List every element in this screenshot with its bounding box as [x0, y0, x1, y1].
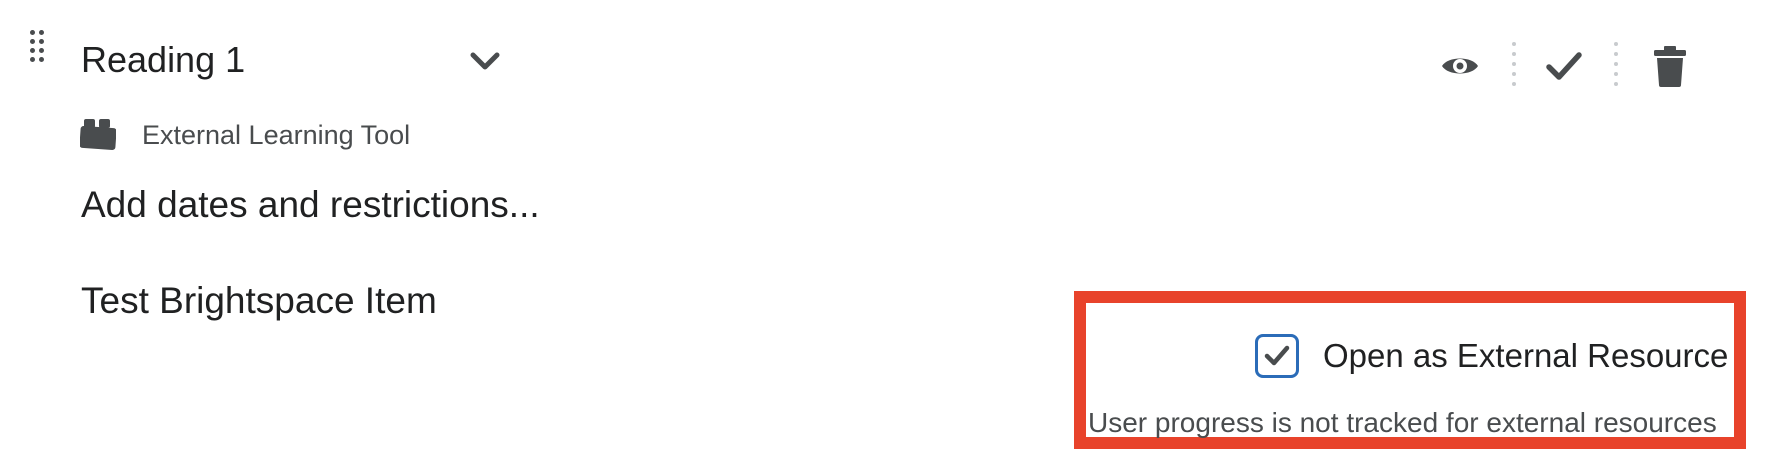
divider	[1511, 42, 1517, 88]
drag-handle-icon[interactable]	[28, 30, 48, 66]
external-progress-note: User progress is not tracked for externa…	[1088, 407, 1717, 438]
add-dates-restrictions-link[interactable]: Add dates and restrictions...	[81, 182, 540, 228]
divider	[1613, 42, 1619, 88]
trash-icon[interactable]	[1652, 44, 1688, 88]
open-external-label[interactable]: Open as External Resource	[1323, 334, 1728, 378]
eye-icon[interactable]	[1440, 46, 1480, 86]
chevron-down-icon[interactable]	[468, 50, 502, 74]
item-description: Test Brightspace Item	[81, 280, 437, 321]
item-title: Reading 1	[81, 39, 246, 80]
lego-brick-icon	[79, 117, 117, 151]
checkmark-icon[interactable]	[1544, 46, 1584, 86]
tool-type-label: External Learning Tool	[142, 120, 411, 150]
open-external-checkbox[interactable]	[1255, 334, 1299, 378]
